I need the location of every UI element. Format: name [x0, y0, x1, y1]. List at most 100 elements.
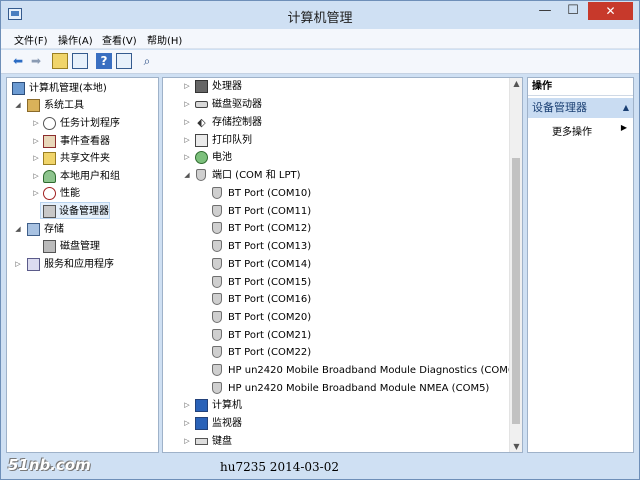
port-device-label: BT Port (COM15) — [228, 276, 312, 288]
tree-label: 端口 (COM 和 LPT) — [212, 170, 301, 181]
expand-arrow-icon[interactable]: ▷ — [183, 96, 191, 113]
computer-management-icon — [12, 82, 25, 95]
port-icon — [196, 169, 206, 181]
tree-label: 性能 — [60, 188, 80, 199]
expand-arrow-icon[interactable]: ▷ — [32, 150, 40, 167]
port-device-label: BT Port (COM10) — [228, 188, 312, 199]
collapse-arrow-icon[interactable]: ◢ — [14, 97, 22, 114]
navigation-tree: 计算机管理(本地) ◢ 系统工具 ▷ 任务计划程序 ▷ 事件查看器 ▷ 共享文件… — [6, 77, 159, 453]
tree-label: 监视器 — [212, 418, 242, 429]
scroll-down-arrow-icon[interactable]: ▼ — [510, 442, 522, 451]
device-manager-icon — [43, 205, 56, 218]
vertical-scrollbar[interactable]: ▲ ▼ — [509, 78, 522, 452]
port-device-label: BT Port (COM16) — [228, 294, 312, 306]
tree-label: 存储 — [44, 224, 64, 235]
expand-arrow-icon[interactable]: ▷ — [32, 133, 40, 150]
monitor-icon — [195, 417, 208, 430]
tree-label: 任务计划程序 — [60, 118, 120, 129]
port-icon — [212, 346, 222, 359]
tree-label: 系统工具 — [44, 100, 84, 111]
port-icon — [212, 204, 222, 217]
port-icon — [212, 293, 222, 306]
actions-header: 操作 — [528, 78, 633, 96]
close-button[interactable]: ✕ — [588, 2, 633, 20]
menu-view[interactable]: 查看(V) — [102, 32, 137, 47]
port-icon — [212, 240, 222, 253]
forward-arrow-icon[interactable]: ➡ — [28, 53, 44, 69]
expand-arrow-icon[interactable]: ▷ — [32, 168, 40, 185]
disk-drive-icon — [195, 101, 208, 108]
tree-item-device-manager[interactable]: 设备管理器 — [40, 202, 110, 219]
collapse-arrow-icon[interactable]: ▲ — [623, 98, 629, 118]
performance-icon — [43, 187, 56, 200]
printer-icon — [195, 134, 208, 147]
scrollbar-thumb[interactable] — [512, 158, 520, 424]
shared-folder-icon — [43, 152, 56, 165]
actions-pane: 操作 设备管理器 ▲ 更多操作 ▶ — [527, 77, 634, 453]
back-arrow-icon[interactable]: ⬅ — [10, 53, 26, 69]
port-device-label: BT Port (COM13) — [228, 241, 312, 253]
section-label: 设备管理器 — [532, 101, 587, 114]
more-actions-link[interactable]: 更多操作 — [552, 123, 592, 138]
scroll-up-arrow-icon[interactable]: ▲ — [510, 79, 522, 88]
tree-label: 服务和应用程序 — [44, 259, 114, 270]
expand-arrow-icon[interactable]: ▷ — [183, 415, 191, 432]
device-scan-icon[interactable]: ⌕ — [139, 53, 155, 69]
tree-label: 设备管理器 — [59, 206, 109, 217]
port-device-label: BT Port (COM12) — [228, 223, 312, 235]
disk-icon — [43, 240, 56, 253]
properties-icon[interactable] — [116, 53, 132, 69]
expand-arrow-icon[interactable]: ▷ — [183, 114, 191, 131]
maximize-button[interactable]: ☐ — [562, 2, 584, 20]
port-device-label: BT Port (COM20) — [228, 311, 312, 323]
port-icon — [212, 257, 222, 270]
expand-arrow-icon[interactable]: ▷ — [183, 433, 191, 450]
up-folder-icon[interactable] — [52, 53, 68, 69]
computer-management-window: 计算机管理 — ☐ ✕ 文件(F) 操作(A) 查看(V) 帮助(H) ⬅ ➡ … — [0, 0, 640, 480]
expand-arrow-icon[interactable]: ▷ — [183, 78, 191, 95]
device-tree: ▷ 处理器 ▷ 磁盘驱动器 ▷ ⬖ 存储控制器 ▷ 打印队列 ▷ 电池 ◢ 端口… — [162, 77, 523, 453]
title-bar[interactable]: 计算机管理 — ☐ ✕ — [1, 1, 639, 29]
expand-arrow-icon[interactable]: ▷ — [183, 149, 191, 166]
minimize-button[interactable]: — — [534, 2, 556, 20]
port-device-label: BT Port (COM11) — [228, 205, 312, 217]
port-icon — [212, 364, 222, 376]
tree-label: 共享文件夹 — [60, 153, 110, 164]
tree-label: 计算机 — [212, 400, 242, 411]
computer-icon — [195, 399, 208, 412]
port-device-label: HP un2420 Mobile Broadband Module Diagno… — [228, 365, 519, 376]
help-icon[interactable]: ? — [96, 53, 112, 69]
expand-arrow-icon[interactable]: ▷ — [183, 397, 191, 414]
services-icon — [27, 258, 40, 271]
processor-icon — [195, 80, 208, 93]
expand-arrow-icon[interactable]: ▷ — [32, 185, 40, 202]
tree-label: 打印队列 — [212, 135, 252, 146]
menu-action[interactable]: 操作(A) — [58, 32, 93, 47]
port-device-label: BT Port (COM21) — [228, 329, 312, 341]
collapse-arrow-icon[interactable]: ◢ — [183, 167, 191, 184]
port-device-label: HP un2420 Mobile Broadband Module NMEA (… — [228, 382, 490, 394]
toolbar: ⬅ ➡ ? ⌕ — [1, 50, 639, 74]
submenu-arrow-icon[interactable]: ▶ — [621, 123, 627, 132]
collapse-arrow-icon[interactable]: ◢ — [14, 221, 22, 238]
show-tree-icon[interactable] — [72, 53, 88, 69]
actions-section-device-manager[interactable]: 设备管理器 ▲ — [528, 98, 633, 118]
port-icon — [212, 310, 222, 323]
tree-label: 存储控制器 — [212, 117, 262, 128]
keyboard-icon — [195, 438, 208, 445]
tree-label: 磁盘管理 — [60, 241, 100, 252]
port-icon — [212, 328, 222, 341]
expand-arrow-icon[interactable]: ▷ — [183, 132, 191, 149]
expand-arrow-icon[interactable]: ▷ — [32, 115, 40, 132]
footer-caption: hu7235 2014-03-02 — [220, 460, 339, 474]
port-icon — [212, 381, 222, 394]
users-icon — [43, 170, 56, 183]
menu-help[interactable]: 帮助(H) — [147, 32, 182, 47]
tree-label: 处理器 — [212, 81, 242, 92]
expand-arrow-icon[interactable]: ▷ — [14, 256, 22, 273]
port-device-label: BT Port (COM14) — [228, 258, 312, 270]
clock-icon — [43, 117, 56, 130]
menu-file[interactable]: 文件(F) — [14, 32, 48, 47]
tree-label: 事件查看器 — [60, 136, 110, 147]
port-icon — [212, 187, 222, 199]
